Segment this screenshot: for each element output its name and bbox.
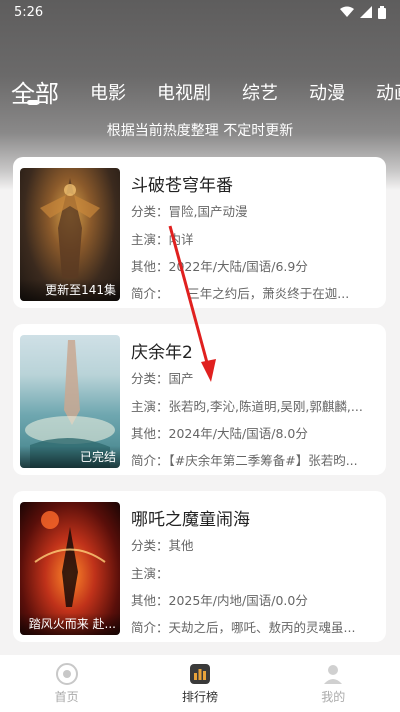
card-other: 其他：2024年/大陆/国语/8.0分 (131, 426, 308, 441)
card-intro: 简介：天劫之后，哪吒、敖丙的灵魂虽... (131, 620, 356, 635)
list-item[interactable]: 踏风火而来 赴... 哪吒之魔童闹海 分类：其他 主演： 其他：2025年/内地… (13, 491, 386, 642)
list-item[interactable]: 已完结 庆余年2 分类：国产 主演：张若昀,李沁,陈道明,吴刚,郭麒麟,... … (13, 324, 386, 475)
nav-profile[interactable]: 我的 (283, 662, 383, 705)
active-tab-indicator (27, 100, 39, 105)
list-item[interactable]: 更新至141集 斗破苍穹年番 分类：冒险,国产动漫 主演：内详 其他：2022年… (13, 157, 386, 308)
card-cast: 主演：内详 (131, 232, 194, 247)
tab-animation[interactable]: 动画 (376, 82, 400, 106)
nav-home-label: 首页 (54, 690, 79, 704)
card-cast: 主演：张若昀,李沁,陈道明,吴刚,郭麒麟,... (131, 399, 363, 414)
tab-variety[interactable]: 综艺 (242, 82, 278, 106)
wifi-icon (340, 6, 354, 17)
home-icon (55, 663, 78, 685)
poster-image: 踏风火而来 赴... (20, 502, 120, 635)
poster-badge: 更新至141集 (20, 279, 120, 301)
nav-ranking[interactable]: 排行榜 (150, 662, 250, 705)
card-title: 哪吒之魔童闹海 (131, 510, 250, 530)
status-time: 5:26 (14, 4, 44, 20)
nav-home[interactable]: 首页 (17, 662, 117, 705)
card-title: 斗破苍穹年番 (131, 176, 233, 196)
card-category: 分类：冒险,国产动漫 (131, 204, 248, 219)
card-title: 庆余年2 (131, 343, 193, 363)
poster-image: 已完结 (20, 335, 120, 468)
tab-anime[interactable]: 动漫 (309, 82, 345, 106)
category-tabs: 全部 电影 电视剧 综艺 动漫 动画 (0, 66, 400, 106)
poster-image: 更新至141集 (20, 168, 120, 301)
nav-ranking-label: 排行榜 (181, 690, 218, 704)
card-other: 其他：2025年/内地/国语/0.0分 (131, 593, 308, 608)
card-intro: 简介： 三年之约后，萧炎终于在迦... (131, 286, 350, 301)
poster-badge: 踏风火而来 赴... (20, 613, 120, 635)
page-subtitle: 根据当前热度整理 不定时更新 (106, 123, 294, 139)
card-intro: 简介：【#庆余年第二季筹备#】张若昀... (131, 453, 358, 468)
tab-tv[interactable]: 电视剧 (157, 82, 211, 106)
nav-profile-label: 我的 (321, 690, 346, 704)
profile-icon (324, 665, 343, 684)
bottom-navigation: 首页 排行榜 我的 (0, 655, 400, 712)
card-category: 分类：其他 (131, 538, 194, 553)
battery-icon (378, 5, 386, 19)
ranking-icon (189, 664, 210, 684)
poster-badge: 已完结 (20, 446, 120, 468)
signal-icon (360, 6, 372, 18)
status-bar: 5:26 (0, 0, 400, 24)
tab-movie[interactable]: 电影 (90, 82, 126, 106)
card-category: 分类：国产 (131, 371, 194, 386)
card-cast: 主演： (131, 566, 169, 581)
card-other: 其他：2022年/大陆/国语/6.9分 (131, 259, 308, 274)
